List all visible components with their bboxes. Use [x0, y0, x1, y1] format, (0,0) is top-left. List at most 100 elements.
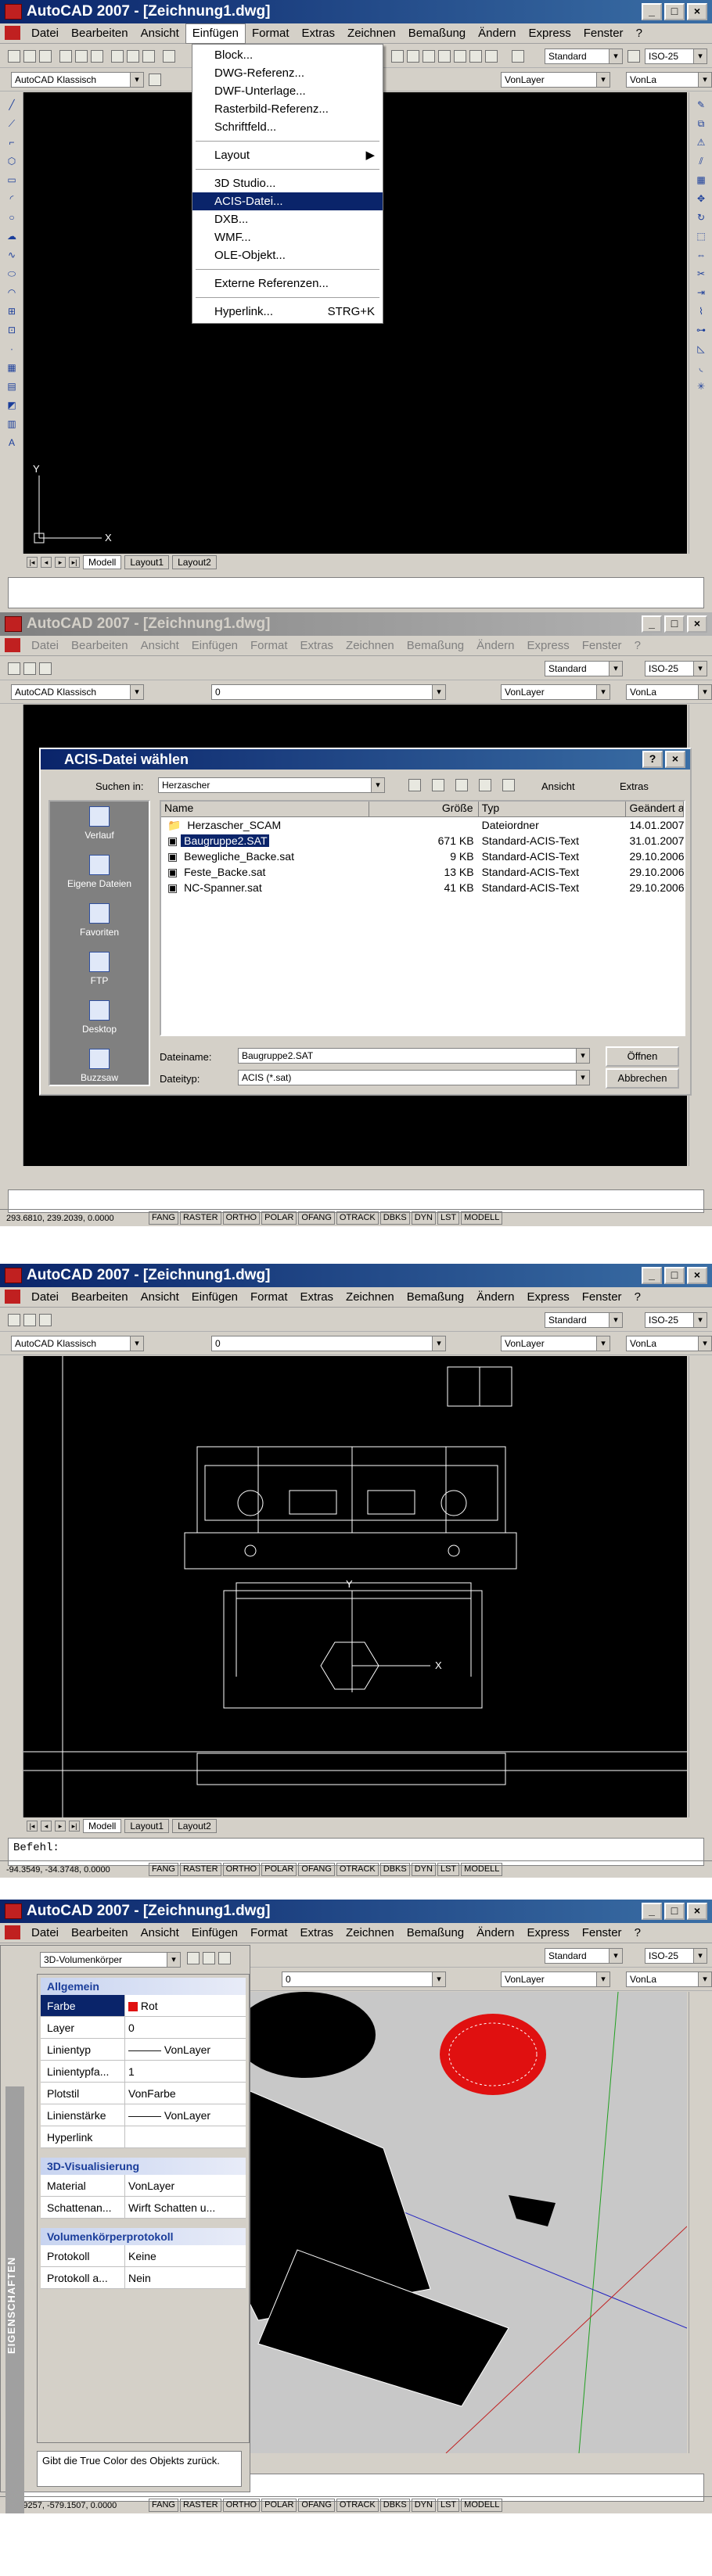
selected-red-solid[interactable] — [440, 2014, 546, 2095]
status-dyn[interactable]: DYN — [411, 1211, 436, 1225]
menu-datei[interactable]: Datei — [25, 24, 65, 43]
tab-first-icon[interactable]: |◂ — [27, 1821, 38, 1832]
minimize-button[interactable]: _ — [642, 3, 662, 20]
status-lst[interactable]: LST — [437, 2499, 460, 2512]
layer-combo[interactable]: 0 — [282, 1971, 446, 1987]
menu-einfuegen[interactable]: Einfügen — [185, 637, 244, 655]
copy-object-icon[interactable]: ⧉ — [695, 117, 707, 130]
file-row[interactable]: 📁 Herzascher_SCAM Dateiordner 14.01.2007 — [161, 817, 684, 833]
close-button[interactable]: × — [687, 1267, 707, 1284]
publish-icon[interactable] — [91, 50, 103, 63]
cancel-button[interactable]: Abbrechen — [606, 1068, 679, 1089]
file-row[interactable]: ▣ Baugruppe2.SAT 671 KB Standard-ACIS-Text… — [161, 833, 684, 849]
menu-datei[interactable]: Datei — [25, 637, 65, 655]
workspace-settings-icon[interactable] — [149, 74, 161, 86]
prop-value[interactable]: 0 — [125, 2017, 246, 2038]
prop-value[interactable]: VonFarbe — [125, 2083, 246, 2104]
menu-aendern[interactable]: Ändern — [470, 637, 520, 655]
menu-item-dwg-reference[interactable]: DWG-Referenz... — [192, 64, 383, 82]
menu-einfuegen[interactable]: Einfügen — [185, 1924, 244, 1943]
menu-item-ole-object[interactable]: OLE-Objekt... — [192, 246, 383, 264]
sheetset-icon[interactable] — [454, 50, 466, 63]
menu-bearbeiten[interactable]: Bearbeiten — [65, 1288, 135, 1307]
color-combo[interactable]: VonLayer — [501, 72, 610, 88]
rectangle-icon[interactable]: ▭ — [5, 174, 18, 186]
menu-ansicht[interactable]: Ansicht — [135, 1924, 185, 1943]
menu-fenster[interactable]: Fenster — [576, 1288, 628, 1307]
explode-icon[interactable]: ✳ — [695, 380, 707, 393]
status-ortho[interactable]: ORTHO — [222, 1863, 261, 1876]
menu-extras[interactable]: Extras — [294, 1288, 340, 1307]
calc-icon[interactable] — [485, 50, 498, 63]
menu-item-dwf-underlay[interactable]: DWF-Unterlage... — [192, 82, 383, 100]
object-type-select[interactable]: 3D-Volumenkörper — [40, 1952, 181, 1968]
menu-format[interactable]: Format — [244, 637, 294, 655]
menu-extras[interactable]: Extras — [296, 24, 342, 43]
menu-einfuegen[interactable]: Einfügen — [185, 23, 246, 44]
menu-help[interactable]: ? — [628, 1924, 647, 1943]
back-icon[interactable] — [408, 779, 421, 791]
menu-zeichnen[interactable]: Zeichnen — [341, 24, 402, 43]
break-icon[interactable]: ⌇ — [695, 305, 707, 318]
stretch-icon[interactable]: ⇔ — [695, 249, 707, 261]
dim-style-combo[interactable]: ISO-25 — [645, 1948, 707, 1964]
section-solid-history[interactable]: Volumenkörperprotokoll — [41, 2228, 246, 2245]
menu-aendern[interactable]: Ändern — [470, 1288, 520, 1307]
prop-value[interactable]: Wirft Schatten u... — [125, 2197, 246, 2218]
menu-datei[interactable]: Datei — [25, 1924, 65, 1943]
prop-value[interactable]: VonLayer — [125, 2175, 246, 2196]
menu-item-wmf[interactable]: WMF... — [192, 228, 383, 246]
dimstyle-icon[interactable] — [627, 50, 640, 63]
zoom-icon[interactable] — [391, 50, 404, 63]
region-icon[interactable]: ◩ — [5, 399, 18, 411]
menu-express[interactable]: Express — [521, 1924, 576, 1943]
new-icon[interactable] — [8, 1314, 20, 1326]
status-dbks[interactable]: DBKS — [379, 2499, 410, 2512]
toggle-pickadd-icon[interactable] — [187, 1952, 200, 1964]
color-combo[interactable]: VonLayer — [501, 684, 610, 700]
prop-value[interactable]: ——— VonLayer — [125, 2039, 246, 2060]
cut-icon[interactable] — [111, 50, 124, 63]
col-type[interactable]: Typ — [479, 802, 627, 816]
menu-aendern[interactable]: Ändern — [472, 24, 522, 43]
prop-value[interactable]: ——— VonLayer — [125, 2104, 246, 2126]
mirror-icon[interactable]: ⚠ — [695, 136, 707, 149]
prop-value[interactable] — [125, 2126, 246, 2147]
dialog-help-button[interactable]: ? — [642, 751, 663, 768]
menu-extras[interactable]: Extras — [294, 1924, 340, 1943]
menu-format[interactable]: Format — [244, 1288, 294, 1307]
status-lst[interactable]: LST — [437, 1211, 460, 1225]
layer-combo[interactable]: 0 — [211, 684, 446, 700]
insert-block-icon[interactable]: ⊞ — [5, 305, 18, 318]
status-polar[interactable]: POLAR — [261, 1211, 297, 1225]
make-block-icon[interactable]: ⊡ — [5, 324, 18, 336]
menu-ansicht[interactable]: Ansicht — [135, 24, 185, 43]
menu-ansicht[interactable]: Ansicht — [135, 637, 185, 655]
status-dbks[interactable]: DBKS — [379, 1863, 410, 1876]
text-style-combo[interactable]: Standard — [545, 1948, 623, 1964]
menu-einfuegen[interactable]: Einfügen — [185, 1288, 244, 1307]
menu-bearbeiten[interactable]: Bearbeiten — [65, 637, 135, 655]
menu-item-layout[interactable]: Layout ▶ — [192, 146, 383, 164]
file-row[interactable]: ▣ Feste_Backe.sat 13 KB Standard-ACIS-Text… — [161, 864, 684, 880]
tab-next-icon[interactable]: ▸ — [55, 557, 66, 568]
linetype-combo[interactable]: VonLa — [626, 1336, 712, 1351]
menu-help[interactable]: ? — [628, 637, 647, 655]
extend-icon[interactable]: ⇥ — [695, 286, 707, 299]
menu-format[interactable]: Format — [244, 1924, 294, 1943]
tab-first-icon[interactable]: |◂ — [27, 557, 38, 568]
array-icon[interactable]: ▦ — [695, 174, 707, 186]
file-row[interactable]: ▣ Bewegliche_Backe.sat 9 KB Standard-ACIS-… — [161, 849, 684, 864]
menu-item-raster-image[interactable]: Rasterbild-Referenz... — [192, 100, 383, 118]
trim-icon[interactable]: ✂ — [695, 267, 707, 280]
tab-modell[interactable]: Modell — [83, 555, 122, 569]
status-polar[interactable]: POLAR — [261, 2499, 297, 2512]
dim-style-combo[interactable]: ISO-25 — [645, 661, 707, 676]
linetype-combo[interactable]: VonLa — [626, 72, 712, 88]
status-fang[interactable]: FANG — [149, 1211, 178, 1225]
status-modell[interactable]: MODELL — [461, 2499, 503, 2512]
polygon-icon[interactable]: ⬡ — [5, 155, 18, 167]
mtext-icon[interactable]: A — [5, 436, 18, 449]
menu-help[interactable]: ? — [630, 24, 649, 43]
tab-layout1[interactable]: Layout1 — [124, 1819, 170, 1833]
